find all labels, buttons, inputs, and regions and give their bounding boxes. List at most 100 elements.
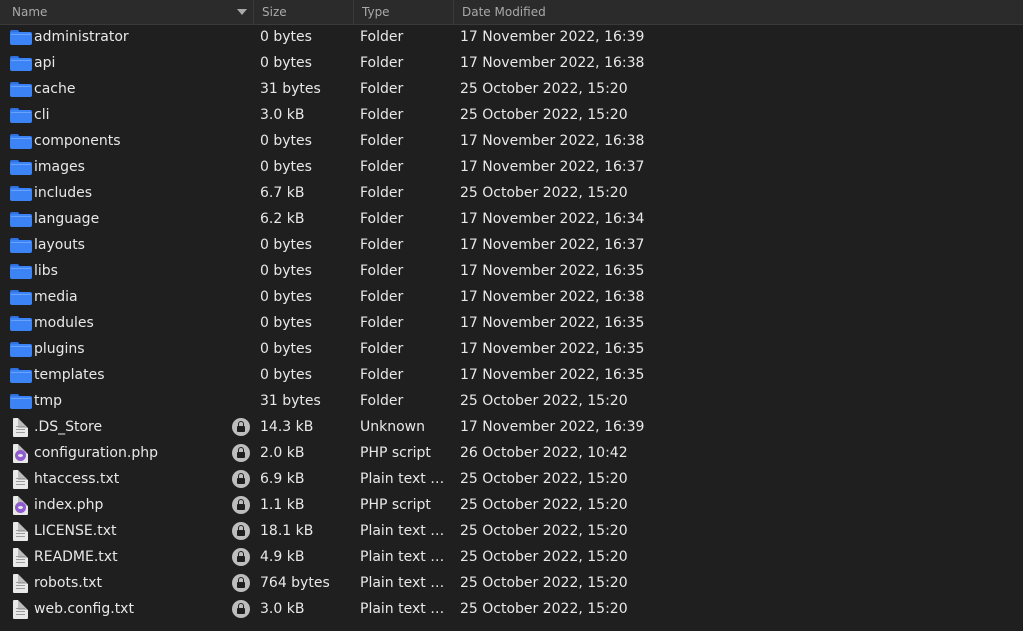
folder-icon bbox=[10, 290, 32, 305]
file-name: web.config.txt bbox=[34, 601, 134, 617]
file-date-modified: 26 October 2022, 10:42 bbox=[460, 445, 628, 461]
lock-icon bbox=[232, 574, 250, 592]
lock-cell bbox=[232, 440, 252, 466]
folder-icon bbox=[10, 30, 32, 45]
folder-icon bbox=[10, 238, 32, 253]
file-row[interactable]: api 0 bytes Folder 17 November 2022, 16:38 bbox=[0, 50, 1023, 76]
column-header-name-label: Name bbox=[12, 5, 48, 19]
file-size: 0 bytes bbox=[260, 263, 312, 279]
column-header-name[interactable]: Name bbox=[0, 0, 254, 24]
file-name: administrator bbox=[34, 29, 129, 45]
file-name: templates bbox=[34, 367, 105, 383]
file-size: 0 bytes bbox=[260, 367, 312, 383]
file-size: 31 bytes bbox=[260, 393, 321, 409]
file-date-modified: 17 November 2022, 16:35 bbox=[460, 341, 645, 357]
column-header-date-modified[interactable]: Date Modified bbox=[454, 0, 1023, 24]
file-row[interactable]: tmp 31 bytes Folder 25 October 2022, 15:20 bbox=[0, 388, 1023, 414]
file-row[interactable]: language 6.2 kB Folder 17 November 2022, 16… bbox=[0, 206, 1023, 232]
file-name: api bbox=[34, 55, 56, 71]
file-size: 764 bytes bbox=[260, 575, 330, 591]
file-date-modified: 25 October 2022, 15:20 bbox=[460, 393, 628, 409]
lock-cell bbox=[232, 544, 252, 570]
column-header-type[interactable]: Type bbox=[354, 0, 454, 24]
file-row[interactable]: components 0 bytes Folder 17 November 2022,… bbox=[0, 128, 1023, 154]
file-rows: administrator 0 bytes Folder 17 November 20… bbox=[0, 24, 1023, 622]
file-type: Folder bbox=[360, 237, 404, 253]
file-date-modified: 25 October 2022, 15:20 bbox=[460, 601, 628, 617]
folder-icon bbox=[10, 56, 32, 71]
file-row[interactable]: web.config.txt 3.0 kB Plain text d… 25 Octo… bbox=[0, 596, 1023, 622]
file-type: Folder bbox=[360, 29, 404, 45]
file-icon-cell bbox=[10, 284, 32, 310]
file-name: configuration.php bbox=[34, 445, 158, 461]
file-type: Folder bbox=[360, 81, 404, 97]
file-size: 6.2 kB bbox=[260, 211, 305, 227]
file-size: 14.3 kB bbox=[260, 419, 314, 435]
file-name: modules bbox=[34, 315, 94, 331]
file-row[interactable]: plugins 0 bytes Folder 17 November 2022, 16… bbox=[0, 336, 1023, 362]
file-list-view: Name Size Type Date Modified administrat… bbox=[0, 0, 1023, 631]
file-row[interactable]: templates 0 bytes Folder 17 November 2022, … bbox=[0, 362, 1023, 388]
file-type: Folder bbox=[360, 133, 404, 149]
file-icon-cell bbox=[10, 570, 32, 596]
file-date-modified: 17 November 2022, 16:38 bbox=[460, 289, 645, 305]
file-row[interactable]: configuration.php 2.0 kB PHP script 26 Octo… bbox=[0, 440, 1023, 466]
file-size: 0 bytes bbox=[260, 55, 312, 71]
file-type: Folder bbox=[360, 185, 404, 201]
file-row[interactable]: administrator 0 bytes Folder 17 November 20… bbox=[0, 24, 1023, 50]
file-row[interactable]: LICENSE.txt 18.1 kB Plain text d… 25 Octobe… bbox=[0, 518, 1023, 544]
file-type: Folder bbox=[360, 107, 404, 123]
file-date-modified: 25 October 2022, 15:20 bbox=[460, 81, 628, 97]
file-row[interactable]: .DS_Store 14.3 kB Unknown 17 November 2022,… bbox=[0, 414, 1023, 440]
column-header-type-label: Type bbox=[362, 5, 390, 19]
file-row[interactable]: media 0 bytes Folder 17 November 2022, 16:3… bbox=[0, 284, 1023, 310]
text-file-icon bbox=[13, 522, 28, 541]
file-icon-cell bbox=[10, 310, 32, 336]
file-type: Plain text d… bbox=[360, 601, 448, 617]
folder-icon bbox=[10, 160, 32, 175]
lock-icon bbox=[232, 418, 250, 436]
file-date-modified: 25 October 2022, 15:20 bbox=[460, 523, 628, 539]
column-header-size[interactable]: Size bbox=[254, 0, 354, 24]
file-row[interactable]: cache 31 bytes Folder 25 October 2022, 15:2… bbox=[0, 76, 1023, 102]
folder-icon bbox=[10, 394, 32, 409]
folder-icon bbox=[10, 212, 32, 227]
file-icon-cell bbox=[10, 76, 32, 102]
file-row[interactable]: cli 3.0 kB Folder 25 October 2022, 15:20 bbox=[0, 102, 1023, 128]
column-header: Name Size Type Date Modified bbox=[0, 0, 1023, 25]
text-file-icon bbox=[13, 600, 28, 619]
file-row[interactable]: libs 0 bytes Folder 17 November 2022, 16:35 bbox=[0, 258, 1023, 284]
file-name: tmp bbox=[34, 393, 63, 409]
file-row[interactable]: README.txt 4.9 kB Plain text d… 25 October … bbox=[0, 544, 1023, 570]
file-icon-cell bbox=[10, 50, 32, 76]
file-name: robots.txt bbox=[34, 575, 102, 591]
file-date-modified: 17 November 2022, 16:35 bbox=[460, 315, 645, 331]
file-name: libs bbox=[34, 263, 58, 279]
file-row[interactable]: htaccess.txt 6.9 kB Plain text d… 25 Octobe… bbox=[0, 466, 1023, 492]
file-name: layouts bbox=[34, 237, 85, 253]
file-row[interactable]: index.php 1.1 kB PHP script 25 October 2022… bbox=[0, 492, 1023, 518]
sort-descending-icon[interactable] bbox=[237, 9, 247, 15]
file-type: Folder bbox=[360, 289, 404, 305]
file-size: 3.0 kB bbox=[260, 107, 305, 123]
file-date-modified: 25 October 2022, 15:20 bbox=[460, 471, 628, 487]
column-header-size-label: Size bbox=[262, 5, 287, 19]
file-size: 18.1 kB bbox=[260, 523, 314, 539]
lock-cell bbox=[232, 570, 252, 596]
file-date-modified: 17 November 2022, 16:37 bbox=[460, 159, 645, 175]
php-file-icon bbox=[13, 496, 28, 515]
file-row[interactable]: layouts 0 bytes Folder 17 November 2022, 16… bbox=[0, 232, 1023, 258]
file-icon-cell bbox=[10, 258, 32, 284]
file-date-modified: 17 November 2022, 16:39 bbox=[460, 29, 645, 45]
lock-icon bbox=[232, 522, 250, 540]
file-row[interactable]: includes 6.7 kB Folder 25 October 2022, 15:… bbox=[0, 180, 1023, 206]
file-size: 0 bytes bbox=[260, 341, 312, 357]
file-icon-cell bbox=[10, 206, 32, 232]
file-row[interactable]: images 0 bytes Folder 17 November 2022, 16:… bbox=[0, 154, 1023, 180]
file-date-modified: 25 October 2022, 15:20 bbox=[460, 497, 628, 513]
file-row[interactable]: robots.txt 764 bytes Plain text d… 25 Octob… bbox=[0, 570, 1023, 596]
file-icon-cell bbox=[10, 102, 32, 128]
file-row[interactable]: modules 0 bytes Folder 17 November 2022, 16… bbox=[0, 310, 1023, 336]
file-date-modified: 17 November 2022, 16:38 bbox=[460, 55, 645, 71]
file-name: images bbox=[34, 159, 85, 175]
